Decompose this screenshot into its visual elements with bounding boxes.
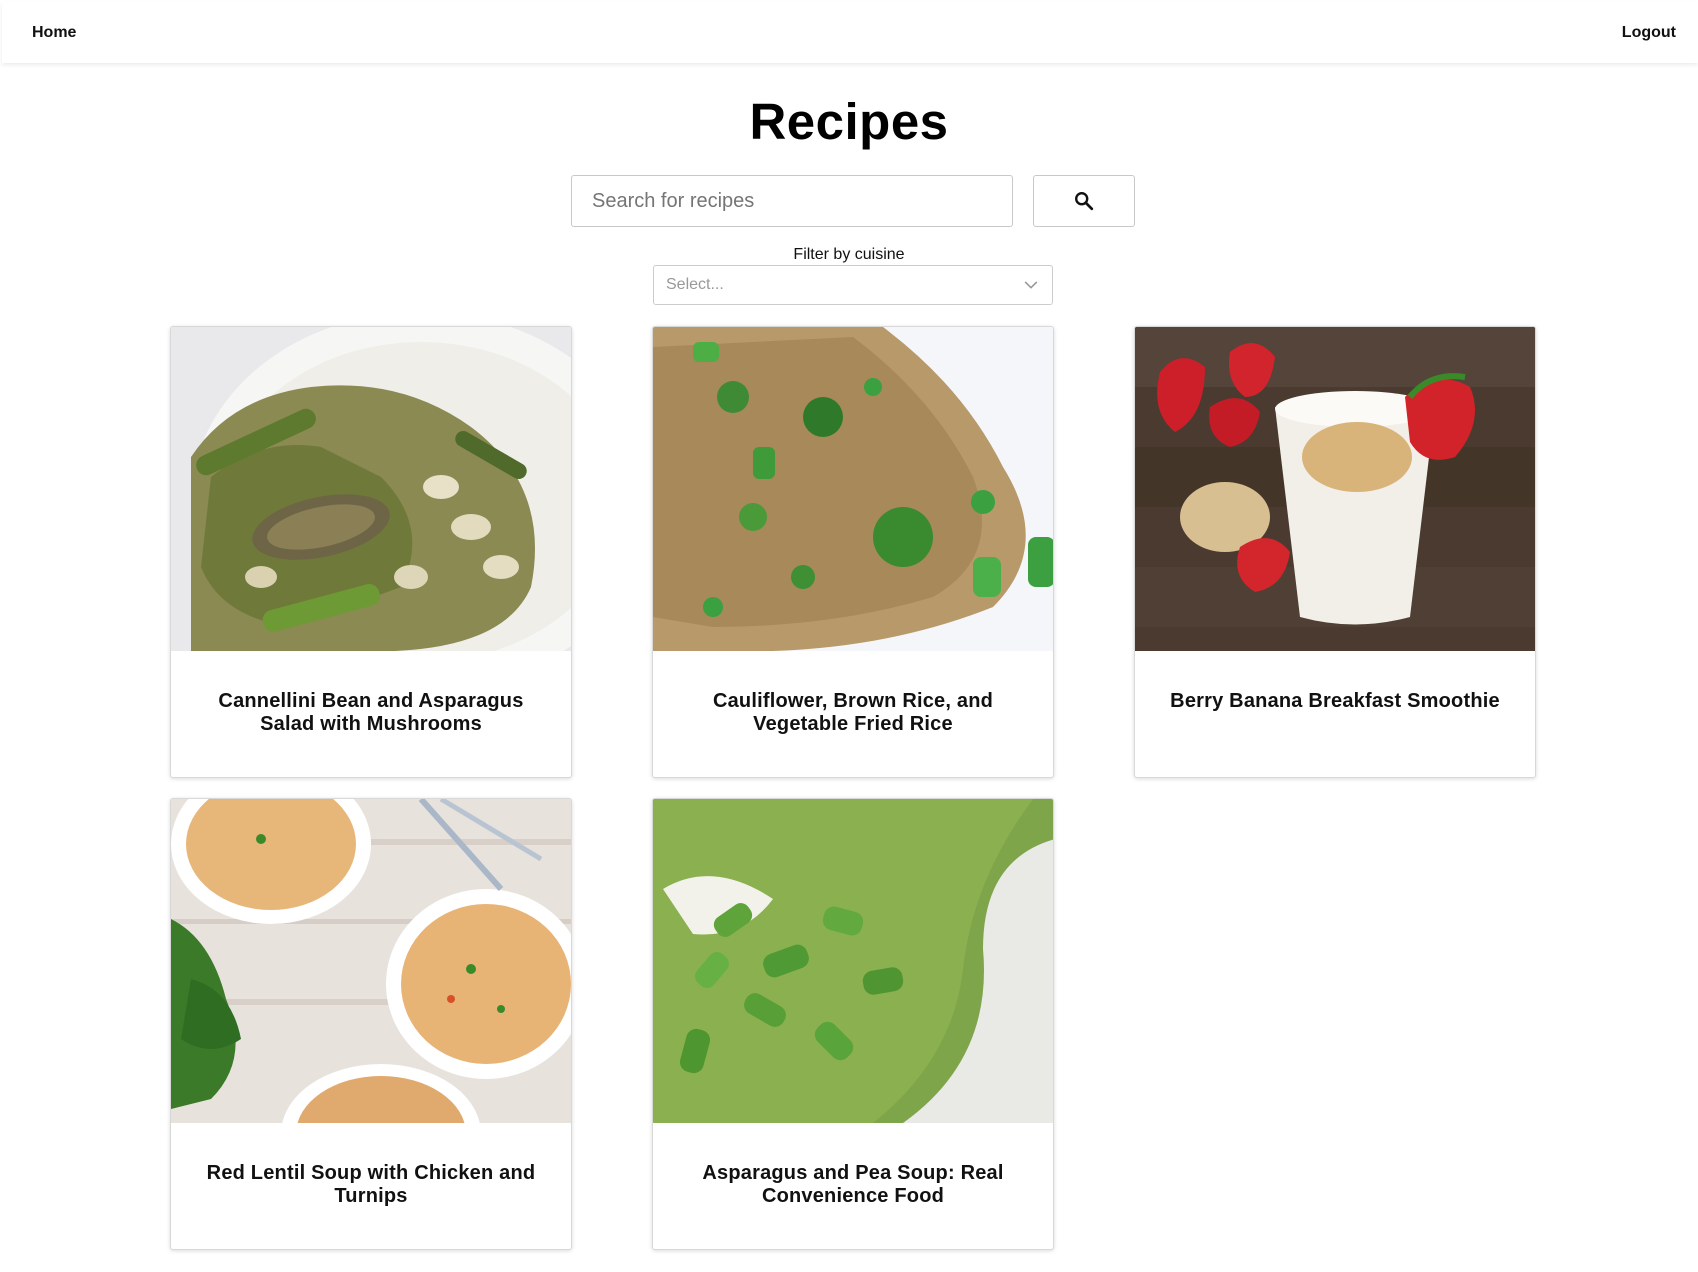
search-button[interactable] xyxy=(1033,175,1135,227)
recipe-card[interactable]: Asparagus and Pea Soup: Real Convenience… xyxy=(652,798,1054,1250)
recipe-title: Berry Banana Breakfast Smoothie xyxy=(1170,690,1500,712)
recipe-card[interactable]: Cauliflower, Brown Rice, and Vegetable F… xyxy=(652,326,1054,778)
recipe-title: Red Lentil Soup with Chicken and Turnips xyxy=(206,1162,536,1207)
bean-asparagus-salad-photo xyxy=(171,327,571,651)
recipe-title: Cannellini Bean and Asparagus Salad with… xyxy=(218,690,524,735)
home-link[interactable]: Home xyxy=(32,24,76,42)
recipe-card[interactable]: Red Lentil Soup with Chicken and Turnips xyxy=(170,798,572,1250)
smoothie-photo xyxy=(1135,327,1535,651)
search-input[interactable] xyxy=(571,175,1013,227)
pea-soup-photo xyxy=(653,799,1053,1123)
top-navbar: Home Logout xyxy=(2,2,1698,63)
recipe-title: Asparagus and Pea Soup: Real Convenience… xyxy=(702,1162,1004,1207)
search-icon xyxy=(1075,192,1094,211)
cuisine-select-placeholder: Select... xyxy=(666,276,724,293)
recipe-title: Cauliflower, Brown Rice, and Vegetable F… xyxy=(712,690,994,735)
filter-label: Filter by cuisine xyxy=(793,246,905,263)
recipe-card[interactable]: Berry Banana Breakfast Smoothie xyxy=(1134,326,1536,778)
lentil-soup-photo xyxy=(171,799,571,1123)
fried-rice-photo xyxy=(653,327,1053,651)
logout-link[interactable]: Logout xyxy=(1622,24,1676,42)
chevron-down-icon xyxy=(1024,281,1038,289)
page-title: Recipes xyxy=(749,93,949,150)
recipe-card[interactable]: Cannellini Bean and Asparagus Salad with… xyxy=(170,326,572,778)
cuisine-select[interactable]: Select... xyxy=(653,265,1053,305)
